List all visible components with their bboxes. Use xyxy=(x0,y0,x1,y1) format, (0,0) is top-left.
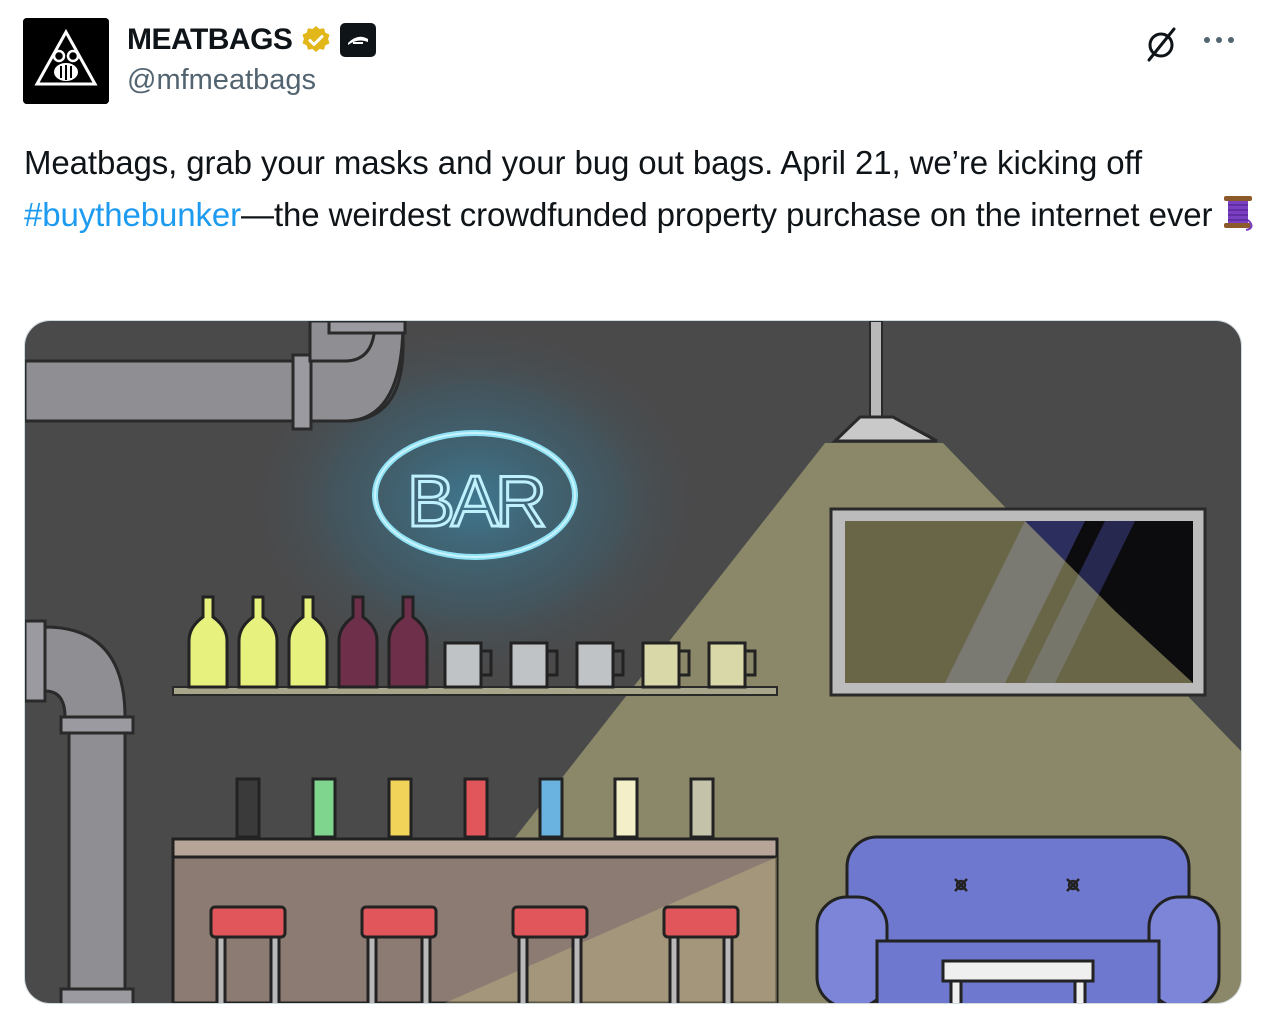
tweet: MEATBAGS @mfmeatbags Meatbags, grab your… xyxy=(0,0,1282,1030)
more-options-icon[interactable] xyxy=(1199,28,1239,52)
tweet-text-before: Meatbags, grab your masks and your bug o… xyxy=(24,144,1143,181)
wall-tv xyxy=(829,507,1207,697)
couch xyxy=(815,835,1221,1003)
display-name[interactable]: MEATBAGS xyxy=(127,23,293,57)
handle[interactable]: @mfmeatbags xyxy=(127,64,316,97)
verified-badge-icon[interactable] xyxy=(300,24,332,56)
thread-spool-emoji-icon xyxy=(1224,196,1253,231)
neon-sign-text: BAR xyxy=(407,462,544,542)
hashtag-link[interactable]: #buythebunker xyxy=(24,196,241,233)
robot-skull-logo-icon xyxy=(23,18,109,104)
affiliate-badge-icon[interactable] xyxy=(340,23,377,57)
tweet-text-after: —the weirdest crowdfunded property purch… xyxy=(241,196,1213,233)
media-image[interactable]: BAR xyxy=(24,320,1242,1004)
author-line: MEATBAGS xyxy=(127,20,377,60)
avatar[interactable] xyxy=(23,18,109,104)
grok-icon[interactable] xyxy=(1141,24,1181,64)
bunker-bar-illustration: BAR xyxy=(25,321,1241,1003)
tweet-text: Meatbags, grab your masks and your bug o… xyxy=(24,137,1260,241)
